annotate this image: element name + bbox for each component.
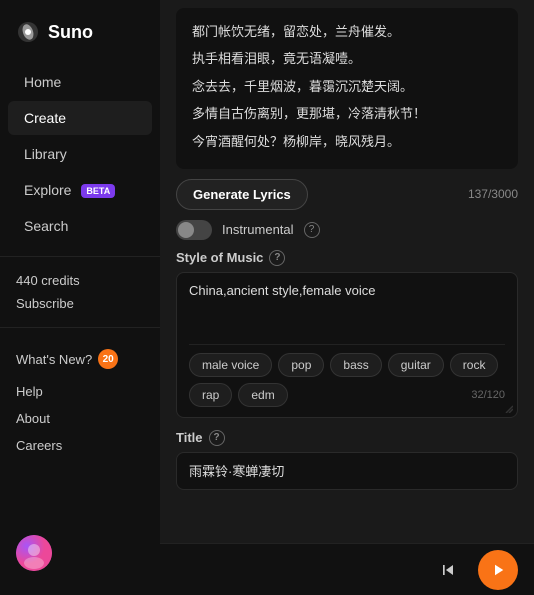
- nav-careers[interactable]: Careers: [0, 432, 160, 459]
- main-content: 都门帐饮无绪，留恋处，兰舟催发。 执手相看泪眼，竟无语凝噎。 念去去，千里烟波，…: [160, 0, 534, 595]
- tag-male-voice[interactable]: male voice: [189, 353, 272, 377]
- tag-guitar[interactable]: guitar: [388, 353, 444, 377]
- notification-badge: 20: [98, 349, 118, 369]
- tag-edm[interactable]: edm: [238, 383, 287, 407]
- sidebar: Suno Home Create Library Explore BETA Se…: [0, 0, 160, 595]
- title-input-box: [176, 452, 518, 490]
- lyric-line-4: 多情自古伤离别，更那堪，冷落清秋节！: [192, 102, 502, 125]
- tag-rock[interactable]: rock: [450, 353, 499, 377]
- tag-pop[interactable]: pop: [278, 353, 324, 377]
- whats-new-label: What's New?: [16, 352, 92, 367]
- suno-logo-icon: [16, 20, 40, 44]
- subscribe-button[interactable]: Subscribe: [0, 292, 160, 315]
- instrumental-help-icon[interactable]: ?: [304, 222, 320, 238]
- logo[interactable]: Suno: [0, 12, 160, 64]
- sidebar-divider-1: [0, 256, 160, 257]
- skip-back-button[interactable]: [430, 552, 466, 588]
- tag-rap[interactable]: rap: [189, 383, 232, 407]
- style-music-input[interactable]: China,ancient style,female voice: [189, 283, 505, 333]
- lyric-line-5: 今宵酒醒何处？杨柳岸，晓风残月。: [192, 130, 502, 153]
- sidebar-divider-2: [0, 327, 160, 328]
- beta-badge: BETA: [81, 184, 115, 198]
- title-section-label: Title ?: [176, 430, 518, 446]
- skip-back-icon: [438, 560, 458, 580]
- style-help-icon[interactable]: ?: [269, 250, 285, 266]
- generate-lyrics-row: Generate Lyrics 137/3000: [176, 179, 518, 210]
- lyrics-char-count: 137/3000: [468, 187, 518, 201]
- play-button[interactable]: [478, 550, 518, 590]
- style-section-label: Style of Music ?: [176, 250, 518, 266]
- lyrics-editor[interactable]: 都门帐饮无绪，留恋处，兰舟催发。 执手相看泪眼，竟无语凝噎。 念去去，千里烟波，…: [176, 8, 518, 169]
- instrumental-row: Instrumental ?: [176, 220, 518, 240]
- style-tags-row: male voice pop bass guitar rock rap edm …: [189, 344, 505, 407]
- title-input[interactable]: [189, 463, 505, 478]
- title-help-icon[interactable]: ?: [209, 430, 225, 446]
- tag-bass[interactable]: bass: [330, 353, 381, 377]
- avatar[interactable]: [16, 535, 52, 571]
- nav-explore[interactable]: Explore BETA: [8, 173, 152, 207]
- resize-handle-icon: [503, 403, 513, 413]
- whats-new-item[interactable]: What's New? 20: [0, 340, 160, 378]
- style-char-count: 32/120: [471, 389, 505, 401]
- nav-home[interactable]: Home: [8, 65, 152, 99]
- avatar-image: [16, 535, 52, 571]
- play-icon: [489, 561, 507, 579]
- toggle-knob: [178, 222, 194, 238]
- credits-display[interactable]: 440 credits: [16, 273, 144, 288]
- generate-lyrics-button[interactable]: Generate Lyrics: [176, 179, 308, 210]
- content-scroll[interactable]: 都门帐饮无绪，留恋处，兰舟催发。 执手相看泪眼，竟无语凝噎。 念去去，千里烟波，…: [160, 0, 534, 543]
- nav-about[interactable]: About: [0, 405, 160, 432]
- nav-create[interactable]: Create: [8, 101, 152, 135]
- instrumental-label: Instrumental: [222, 222, 294, 237]
- nav-search[interactable]: Search: [8, 209, 152, 243]
- lyric-line-3: 念去去，千里烟波，暮霭沉沉楚天阔。: [192, 75, 502, 98]
- style-music-box: China,ancient style,female voice male vo…: [176, 272, 518, 418]
- lyric-line-1: 都门帐饮无绪，留恋处，兰舟催发。: [192, 20, 502, 43]
- lyric-line-2: 执手相看泪眼，竟无语凝噎。: [192, 47, 502, 70]
- instrumental-toggle[interactable]: [176, 220, 212, 240]
- app-name: Suno: [48, 22, 93, 43]
- nav-library[interactable]: Library: [8, 137, 152, 171]
- nav-help[interactable]: Help: [0, 378, 160, 405]
- player-bar: [160, 543, 534, 595]
